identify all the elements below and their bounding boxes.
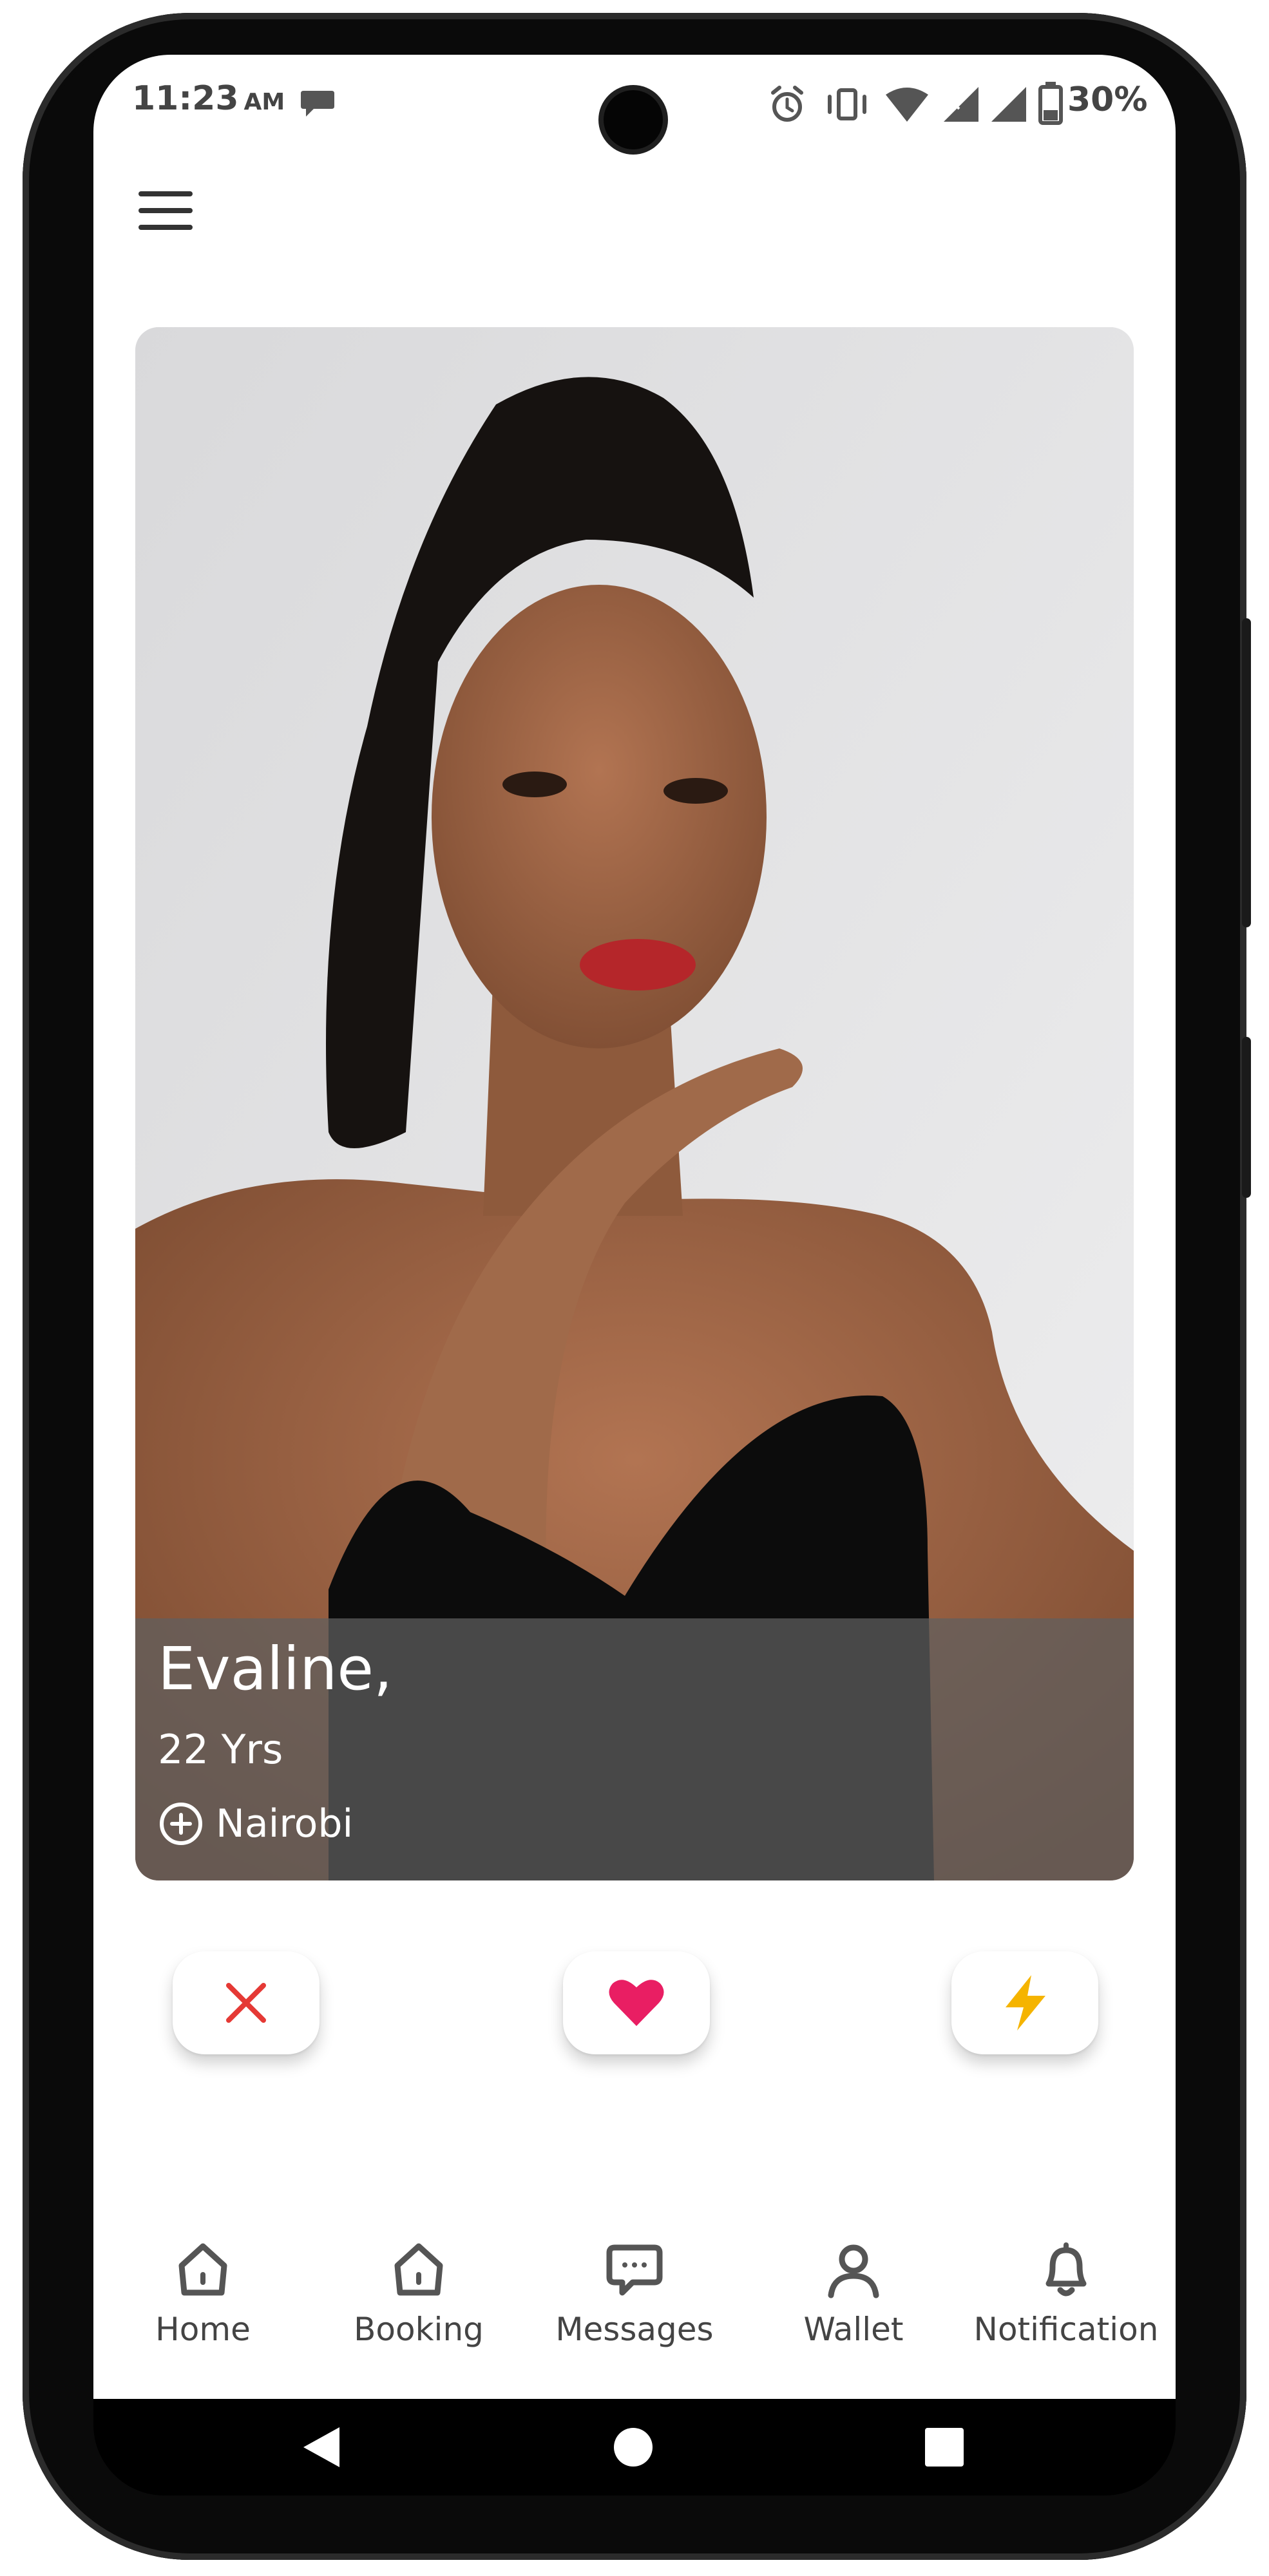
vibrate-icon — [828, 88, 866, 120]
home-icon — [178, 2243, 227, 2296]
profile-age: 22 Yrs — [158, 1726, 283, 1773]
bell-icon — [1045, 2242, 1087, 2297]
user-icon — [828, 2244, 879, 2298]
profile-name: Evaline, — [158, 1634, 393, 1703]
heart-icon — [609, 1980, 664, 2026]
volume-button — [1242, 618, 1251, 927]
tab-label-home: Home — [155, 2311, 251, 2348]
tab-label-wallet: Wallet — [803, 2311, 904, 2348]
battery-icon — [1038, 82, 1063, 125]
tab-label-notification: Notification — [973, 2311, 1159, 2348]
like-button[interactable] — [563, 1951, 710, 2054]
power-button — [1242, 1037, 1251, 1198]
booking-home-icon — [394, 2243, 443, 2296]
tab-label-booking: Booking — [354, 2311, 484, 2348]
tab-notification[interactable]: Notification — [963, 2241, 1169, 2348]
tab-booking[interactable]: Booking — [345, 2241, 493, 2348]
signal-icon-2 — [991, 87, 1026, 122]
clock: 11:23 — [132, 79, 239, 118]
back-icon[interactable] — [300, 2425, 345, 2470]
tab-label-messages: Messages — [555, 2311, 714, 2348]
alarm-icon — [771, 86, 803, 122]
close-icon — [226, 1983, 266, 2023]
status-time: 11:23 AM — [132, 79, 285, 131]
signal-icon — [944, 87, 978, 122]
wifi-icon — [886, 88, 928, 122]
chat-bubble-icon — [301, 91, 334, 117]
tab-wallet[interactable]: Wallet — [789, 2241, 918, 2348]
lightning-icon — [1006, 1975, 1045, 2031]
front-camera — [604, 90, 663, 149]
dislike-button[interactable] — [173, 1951, 320, 2054]
system-nav-bar — [93, 2399, 1176, 2496]
chat-icon — [606, 2244, 663, 2296]
profile-card[interactable]: Evaline, 22 Yrs Nairobi — [135, 327, 1134, 1880]
location-label: Nairobi — [216, 1801, 354, 1846]
boost-button[interactable] — [951, 1951, 1098, 2054]
recents-icon[interactable] — [924, 2427, 964, 2467]
battery-percent: 30% — [1067, 80, 1148, 119]
tab-home[interactable]: Home — [138, 2241, 267, 2348]
hamburger-menu-icon[interactable] — [138, 190, 193, 231]
home-circle-icon[interactable] — [612, 2426, 654, 2468]
tab-messages[interactable]: Messages — [551, 2241, 718, 2348]
location-plus-icon — [160, 1803, 202, 1845]
clock-ampm: AM — [243, 89, 285, 115]
profile-location: Nairobi — [158, 1801, 353, 1847]
